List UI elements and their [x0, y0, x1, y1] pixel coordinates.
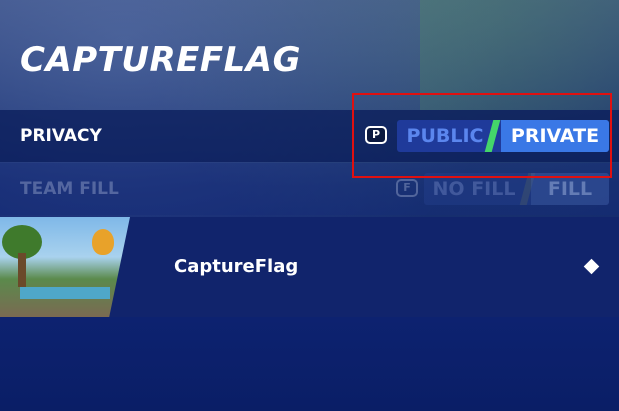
privacy-label: PRIVACY	[20, 126, 102, 146]
mode-name: CaptureFlag	[174, 256, 299, 277]
diamond-icon	[583, 258, 600, 275]
highlight-box	[352, 93, 612, 178]
team-fill-label: TEAM FILL	[20, 179, 119, 199]
water-shape	[20, 287, 110, 299]
game-mode-card[interactable]: CaptureFlag	[0, 217, 619, 317]
page-title: CAPTUREFLAG	[20, 40, 302, 80]
mode-thumbnail	[0, 217, 130, 317]
bottom-panel	[0, 317, 619, 411]
balloon-shape	[92, 229, 114, 255]
tree-trunk-shape	[18, 253, 26, 287]
f-key-icon: F	[396, 179, 418, 197]
